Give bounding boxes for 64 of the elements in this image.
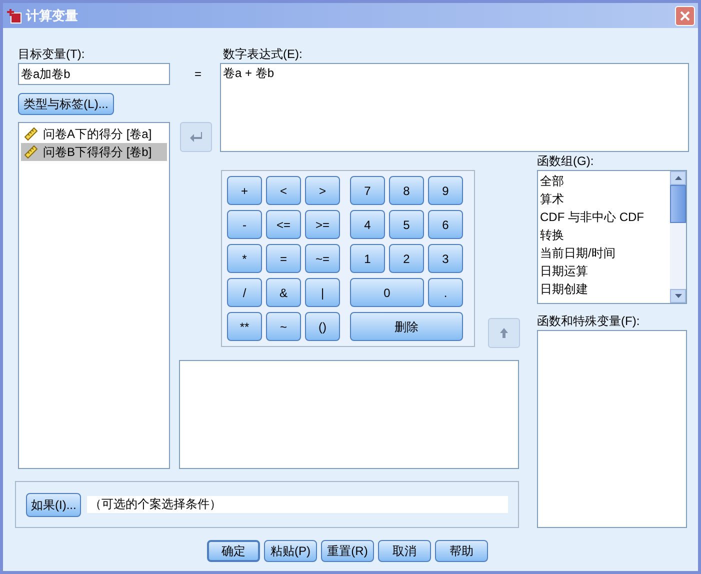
- keypad-key[interactable]: (): [305, 312, 340, 341]
- function-group-item[interactable]: 日期运算: [540, 262, 670, 280]
- keypad-key[interactable]: =: [266, 244, 301, 273]
- keypad-key[interactable]: *: [227, 244, 262, 273]
- keypad-key[interactable]: 9: [428, 176, 463, 205]
- function-group-item[interactable]: 当前日期/时间: [540, 244, 670, 262]
- keypad-key[interactable]: <: [266, 176, 301, 205]
- target-field[interactable]: 卷a加卷b: [18, 63, 170, 85]
- field-label: 函数和特殊变量(F):: [537, 313, 641, 330]
- scroll-down-icon: [674, 294, 682, 298]
- arrow-left-icon: [189, 131, 203, 143]
- function-group-item[interactable]: 全部: [540, 172, 670, 190]
- dialog-button[interactable]: 粘贴(P): [264, 540, 317, 562]
- scroll-up-icon: [674, 176, 682, 180]
- keypad-key[interactable]: ~=: [305, 244, 340, 273]
- keypad-key[interactable]: 3: [428, 244, 463, 273]
- window-title: 计算变量: [26, 6, 78, 25]
- keypad-key[interactable]: 2: [389, 244, 424, 273]
- keypad-key[interactable]: **: [227, 312, 262, 341]
- scrollbar[interactable]: [670, 171, 686, 303]
- close-icon: [680, 10, 690, 20]
- dialog-button[interactable]: 帮助: [435, 540, 488, 562]
- equals-sign: =: [194, 66, 202, 83]
- keypad-key[interactable]: 4: [350, 210, 385, 239]
- field-label: 数字表达式(E):: [223, 46, 304, 63]
- dialog-button[interactable]: 重置(R): [321, 540, 374, 562]
- up-arrow-button[interactable]: [488, 318, 520, 348]
- dialog-button[interactable]: 取消: [378, 540, 431, 562]
- field-label: 目标变量(T):: [18, 46, 86, 63]
- arrow-up-icon: [499, 327, 509, 339]
- expression-field[interactable]: 卷a + 卷b: [220, 63, 689, 152]
- keypad-key[interactable]: 1: [350, 244, 385, 273]
- variable-item[interactable]: 问卷A下的得分 [卷a]: [21, 125, 167, 143]
- keypad-key[interactable]: +: [227, 176, 262, 205]
- keypad-key[interactable]: 5: [389, 210, 424, 239]
- app-icon: [6, 8, 22, 24]
- variable-item[interactable]: 问卷B下得得分 [卷b]: [21, 143, 167, 161]
- keypad-key[interactable]: |: [305, 278, 340, 307]
- ruler-icon: [23, 126, 39, 142]
- keypad-key[interactable]: 7: [350, 176, 385, 205]
- keypad-key[interactable]: 8: [389, 176, 424, 205]
- function-group-item[interactable]: 转换: [540, 226, 670, 244]
- if-button[interactable]: 如果(I)...: [26, 492, 82, 516]
- keypad-key[interactable]: &: [266, 278, 301, 307]
- function-group-item[interactable]: CDF 与非中心 CDF: [540, 208, 670, 226]
- dialog-button[interactable]: 确定: [207, 540, 260, 562]
- field-label: 函数组(G):: [537, 153, 595, 170]
- close-button[interactable]: [675, 6, 695, 26]
- keypad-key[interactable]: /: [227, 278, 262, 307]
- keypad-key[interactable]: ~: [266, 312, 301, 341]
- function-group-item[interactable]: 算术: [540, 190, 670, 208]
- keypad-key[interactable]: 删除: [350, 312, 463, 341]
- ruler-icon: [23, 144, 39, 160]
- type-label-button[interactable]: 类型与标签(L)...: [18, 93, 114, 115]
- keypad-key[interactable]: 0: [350, 278, 424, 307]
- function-group-item[interactable]: 日期创建: [540, 280, 670, 298]
- keypad-key[interactable]: 6: [428, 210, 463, 239]
- condition-text: （可选的个案选择条件）: [87, 496, 508, 513]
- keypad-key[interactable]: >=: [305, 210, 340, 239]
- keypad-key[interactable]: .: [428, 278, 463, 307]
- move-arrow-button[interactable]: [180, 122, 212, 152]
- keypad-key[interactable]: >: [305, 176, 340, 205]
- keypad-key[interactable]: <=: [266, 210, 301, 239]
- keypad-key[interactable]: -: [227, 210, 262, 239]
